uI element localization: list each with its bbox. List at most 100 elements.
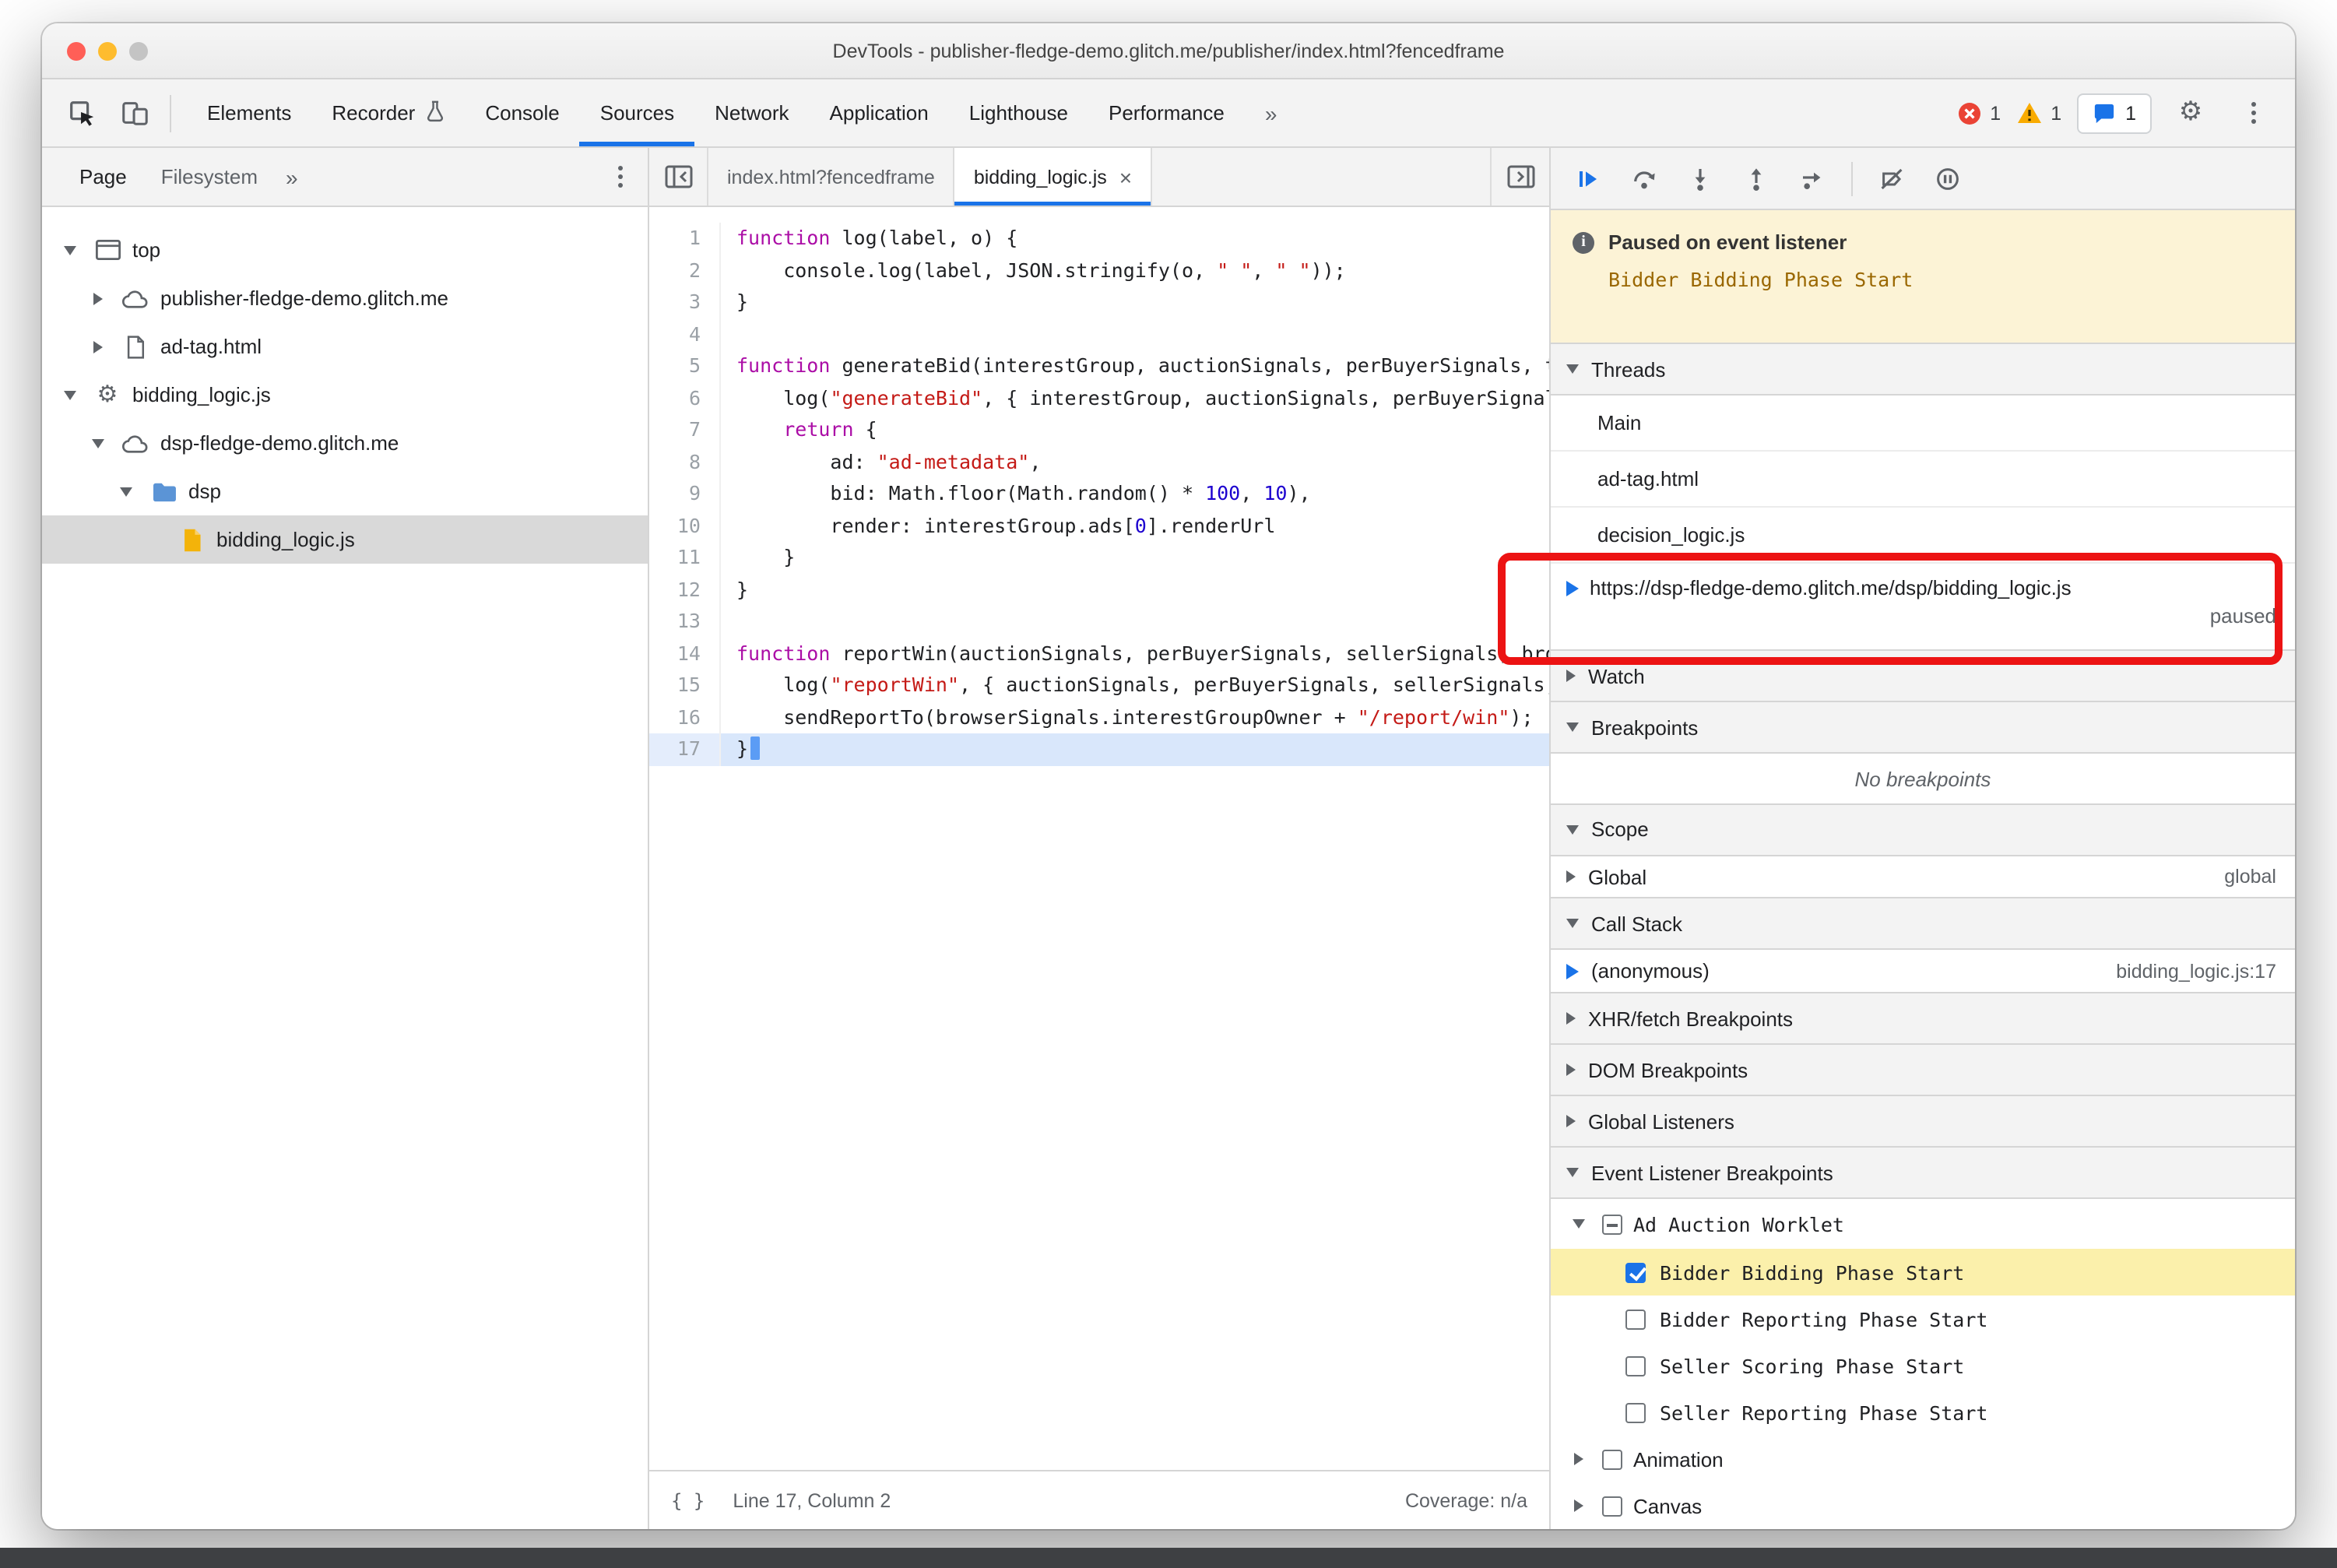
checkbox-unchecked[interactable]: [1602, 1449, 1622, 1469]
inspect-element-icon[interactable]: [58, 90, 104, 136]
code-line[interactable]: 16 sendReportTo(browserSignals.interestG…: [649, 701, 1549, 733]
tab-sources[interactable]: Sources: [580, 79, 694, 146]
editor-tab-bidding-logic-js[interactable]: bidding_logic.js ×: [954, 148, 1153, 206]
settings-gear-icon[interactable]: [2167, 90, 2214, 136]
line-number[interactable]: 13: [649, 606, 721, 638]
chevron-down-icon[interactable]: [58, 245, 83, 255]
code-line[interactable]: 13: [649, 606, 1549, 638]
step-out-icon[interactable]: [1734, 156, 1778, 200]
line-number[interactable]: 4: [649, 318, 721, 350]
code-line[interactable]: 1 function log(label, o) {: [649, 223, 1549, 255]
checkbox-indeterminate[interactable]: [1602, 1214, 1622, 1234]
elb-item-bidder-bidding-phase-start[interactable]: Bidder Bidding Phase Start: [1551, 1249, 2295, 1296]
checkbox-unchecked[interactable]: [1625, 1355, 1646, 1376]
elb-item-seller-scoring-phase-start[interactable]: Seller Scoring Phase Start: [1551, 1342, 2295, 1389]
checkbox-unchecked[interactable]: [1625, 1309, 1646, 1329]
chevron-down-icon[interactable]: [58, 390, 83, 399]
code-line[interactable]: 6 log("generateBid", { interestGroup, au…: [649, 382, 1549, 414]
tab-application[interactable]: Application: [810, 79, 949, 146]
line-number[interactable]: 2: [649, 255, 721, 287]
call-stack-frame[interactable]: (anonymous) bidding_logic.js:17: [1551, 951, 2295, 993]
code-line[interactable]: 7 return {: [649, 414, 1549, 446]
code-line[interactable]: 14 function reportWin(auctionSignals, per…: [649, 638, 1549, 670]
call-stack-section-header[interactable]: Call Stack: [1551, 897, 2295, 951]
pause-on-exceptions-icon[interactable]: [1926, 156, 1970, 200]
line-number[interactable]: 15: [649, 670, 721, 701]
line-number[interactable]: 1: [649, 223, 721, 255]
more-navigator-tabs-icon[interactable]: »: [276, 148, 308, 206]
thread-item-ad-tag-html[interactable]: ad-tag.html: [1551, 452, 2295, 508]
device-toolbar-icon[interactable]: [111, 90, 157, 136]
navigator-menu-icon[interactable]: [618, 174, 623, 179]
hide-navigator-icon[interactable]: [649, 148, 708, 206]
tree-item-publisher-fledge-demo-glitch-me[interactable]: publisher-fledge-demo.glitch.me: [42, 274, 648, 322]
pretty-print-icon[interactable]: [671, 1489, 705, 1511]
code-line[interactable]: 11 }: [649, 542, 1549, 574]
line-number[interactable]: 6: [649, 382, 721, 414]
code-line[interactable]: 8 ad: "ad-metadata",: [649, 446, 1549, 478]
warning-count-badge[interactable]: 1: [2016, 101, 2061, 125]
tab-recorder[interactable]: Recorder: [311, 79, 465, 146]
close-window-button[interactable]: [67, 41, 86, 60]
code-line[interactable]: 9 bid: Math.floor(Math.random() * 100, 1…: [649, 478, 1549, 510]
chevron-right-icon[interactable]: [1566, 1453, 1591, 1465]
line-number[interactable]: 3: [649, 287, 721, 318]
threads-section-header[interactable]: Threads: [1551, 343, 2295, 396]
code-line[interactable]: 3}: [649, 287, 1549, 318]
line-number[interactable]: 16: [649, 701, 721, 733]
line-number[interactable]: 10: [649, 510, 721, 542]
deactivate-breakpoints-icon[interactable]: [1870, 156, 1914, 200]
tab-lighthouse[interactable]: Lighthouse: [949, 79, 1088, 146]
tab-console[interactable]: Console: [465, 79, 579, 146]
code-line[interactable]: 12}: [649, 574, 1549, 606]
code-line[interactable]: 10 render: interestGroup.ads[0].renderUr…: [649, 510, 1549, 542]
tab-performance[interactable]: Performance: [1088, 79, 1245, 146]
tree-item-dsp[interactable]: dsp: [42, 467, 648, 515]
line-number[interactable]: 12: [649, 574, 721, 606]
watch-section-header[interactable]: Watch: [1551, 649, 2295, 702]
step-over-icon[interactable]: [1622, 156, 1666, 200]
tree-item-bidding-logic-js[interactable]: ⚙ bidding_logic.js: [42, 371, 648, 419]
line-number[interactable]: 7: [649, 414, 721, 446]
chevron-right-icon[interactable]: [86, 292, 111, 304]
zoom-window-button[interactable]: [129, 41, 148, 60]
devtools-menu-icon[interactable]: [2230, 90, 2276, 136]
elb-item-seller-reporting-phase-start[interactable]: Seller Reporting Phase Start: [1551, 1389, 2295, 1436]
close-tab-icon[interactable]: ×: [1119, 166, 1132, 188]
tree-item-ad-tag-html[interactable]: ad-tag.html: [42, 322, 648, 371]
line-number[interactable]: 17: [649, 733, 721, 765]
breakpoints-section-header[interactable]: Breakpoints: [1551, 701, 2295, 754]
step-into-icon[interactable]: [1678, 156, 1722, 200]
execution-line[interactable]: 17}: [649, 733, 1549, 765]
event-listener-breakpoints-section-header[interactable]: Event Listener Breakpoints: [1551, 1146, 2295, 1199]
tree-item-bidding-logic-js[interactable]: bidding_logic.js: [42, 515, 648, 564]
elb-item-bidder-reporting-phase-start[interactable]: Bidder Reporting Phase Start: [1551, 1296, 2295, 1342]
editor-tab-index-html-fencedframe[interactable]: index.html?fencedframe: [708, 148, 955, 206]
tab-network[interactable]: Network: [694, 79, 809, 146]
line-number[interactable]: 5: [649, 350, 721, 382]
chevron-down-icon[interactable]: [86, 438, 111, 448]
code-line[interactable]: 4: [649, 318, 1549, 350]
tab-filesystem[interactable]: Filesystem: [146, 148, 273, 206]
tab-elements[interactable]: Elements: [187, 79, 311, 146]
code-editor[interactable]: 1 function log(label, o) {2 console.log(l…: [649, 207, 1549, 1470]
global-listeners-section-header[interactable]: Global Listeners: [1551, 1095, 2295, 1148]
scope-global-row[interactable]: Global global: [1551, 856, 2295, 899]
line-number[interactable]: 14: [649, 638, 721, 670]
code-line[interactable]: 5 function generateBid(interestGroup, auc…: [649, 350, 1549, 382]
tree-item-top[interactable]: top: [42, 226, 648, 274]
checkbox-checked[interactable]: [1625, 1262, 1646, 1282]
checkbox-unchecked[interactable]: [1625, 1402, 1646, 1422]
chevron-down-icon[interactable]: [1566, 1219, 1591, 1229]
error-count-badge[interactable]: 1: [1957, 100, 2001, 125]
checkbox-unchecked[interactable]: [1602, 1496, 1622, 1516]
elb-category-animation[interactable]: Animation: [1551, 1436, 2295, 1482]
chevron-right-icon[interactable]: [86, 340, 111, 353]
resume-script-icon[interactable]: [1566, 156, 1610, 200]
line-number[interactable]: 11: [649, 542, 721, 574]
dom-breakpoints-section-header[interactable]: DOM Breakpoints: [1551, 1043, 2295, 1096]
thread-item-current[interactable]: https://dsp-fledge-demo.glitch.me/dsp/bi…: [1551, 564, 2295, 651]
tab-page[interactable]: Page: [64, 148, 142, 206]
chevron-down-icon[interactable]: [114, 487, 139, 496]
line-number[interactable]: 8: [649, 446, 721, 478]
